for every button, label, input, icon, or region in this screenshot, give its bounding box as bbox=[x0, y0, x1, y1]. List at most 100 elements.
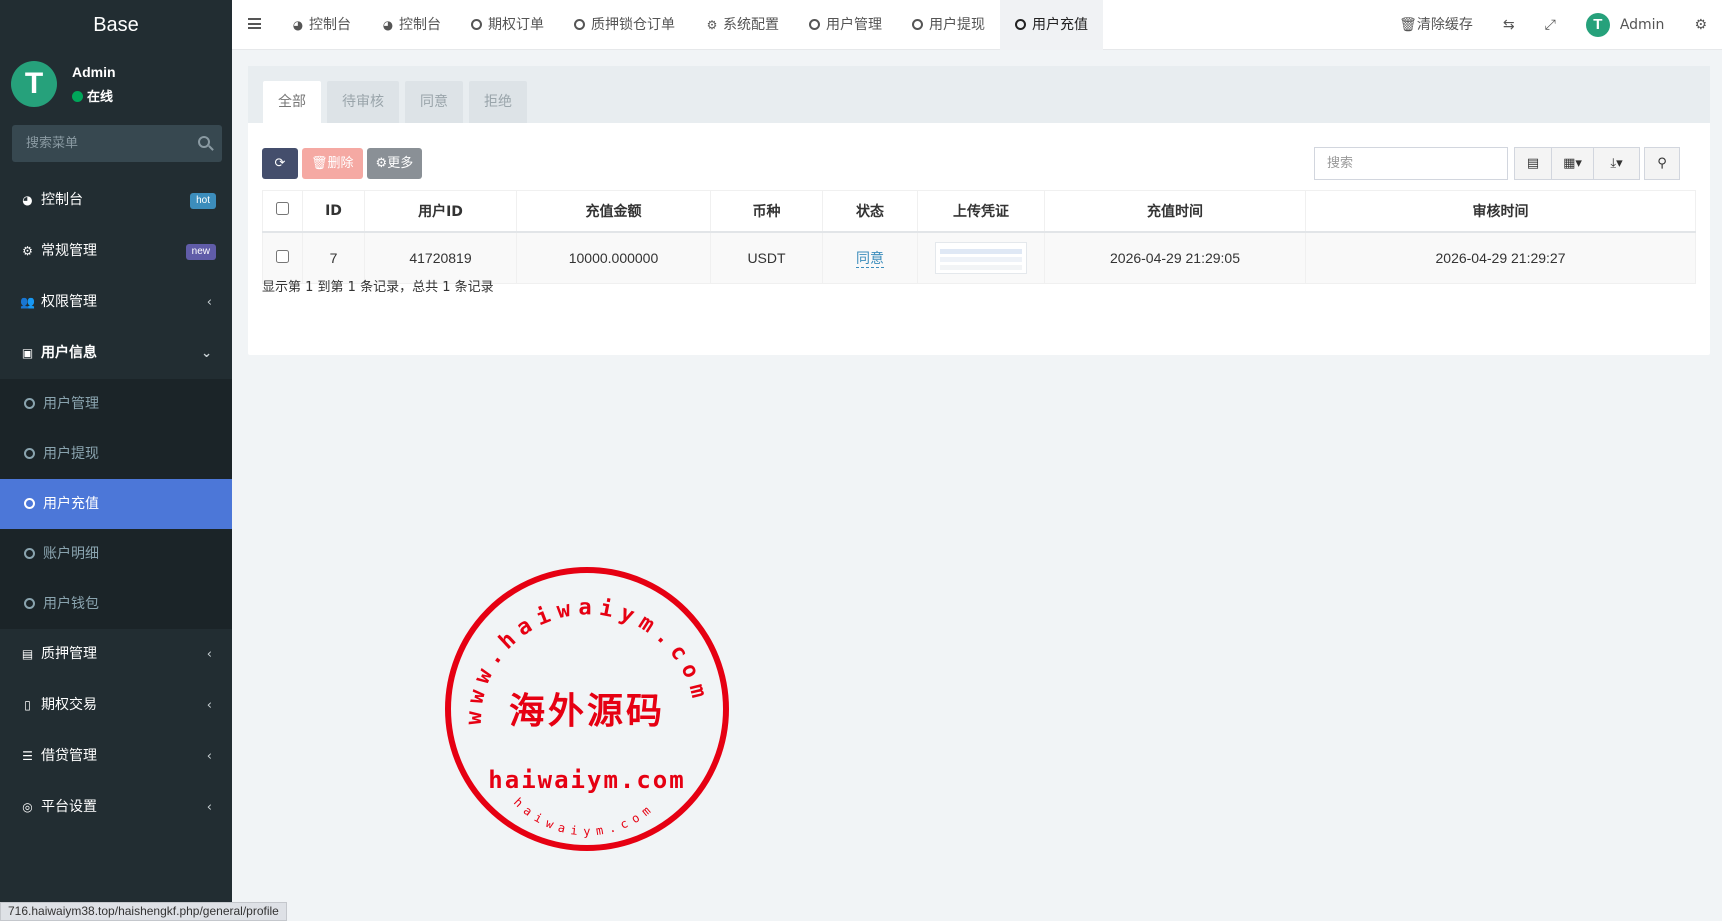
sidebar-item-platform-settings[interactable]: ◎ 平台设置 ‹ bbox=[0, 782, 232, 833]
translate-button[interactable]: ⇆ bbox=[1488, 0, 1530, 50]
circle-icon bbox=[471, 19, 482, 30]
user-name: Admin bbox=[72, 64, 116, 80]
col-id[interactable]: ID bbox=[302, 190, 365, 233]
more-button[interactable]: ⚙更多 bbox=[366, 148, 423, 179]
delete-button[interactable]: 🗑删除 bbox=[302, 148, 363, 179]
col-recharge-time[interactable]: 充值时间 bbox=[1044, 190, 1306, 233]
sidebar-item-loans[interactable]: ☰ 借贷管理 ‹ bbox=[0, 731, 232, 782]
tab-approved[interactable]: 同意 bbox=[405, 81, 463, 123]
stamp-center-text: 海外源码 bbox=[509, 690, 665, 732]
cell-amount: 10000.000000 bbox=[516, 231, 711, 284]
voucher-thumbnail[interactable] bbox=[935, 241, 1027, 274]
tab-user-withdraw[interactable]: 用户提现 bbox=[897, 0, 1000, 50]
sidebar-search bbox=[12, 125, 222, 162]
sidebar-item-options[interactable]: ▯ 期权交易 ‹ bbox=[0, 680, 232, 731]
pagination-info: 显示第 1 到第 1 条记录，总共 1 条记录 bbox=[262, 280, 494, 295]
user-panel: T Admin 在线 bbox=[0, 50, 232, 116]
col-amount[interactable]: 充值金额 bbox=[516, 190, 711, 233]
col-status[interactable]: 状态 bbox=[822, 190, 918, 233]
stamp-bottom-text: haiwaiym.com bbox=[511, 795, 658, 839]
cell-review-time: 2026-04-29 21:29:27 bbox=[1305, 231, 1696, 284]
recharge-panel: 全部 待审核 同意 拒绝 ⟳ 🗑删除 ⚙更多 ▤ ▦▾ ⤓▾ ⚲ ID 用户ID… bbox=[248, 66, 1710, 355]
dashboard-icon: ◕ bbox=[22, 193, 33, 207]
col-review-time[interactable]: 审核时间 bbox=[1305, 190, 1696, 233]
sidebar-item-user-management[interactable]: 用户管理 bbox=[0, 379, 232, 429]
col-user-id[interactable]: 用户ID bbox=[364, 190, 517, 233]
select-all-checkbox[interactable] bbox=[276, 202, 289, 216]
tab-pledge-orders[interactable]: 质押锁仓订单 bbox=[559, 0, 690, 50]
dot-circle-icon: ◎ bbox=[22, 800, 33, 814]
search-icon: ⚲ bbox=[1657, 156, 1667, 171]
col-voucher[interactable]: 上传凭证 bbox=[917, 190, 1045, 233]
sidebar-item-user-info[interactable]: ▣ 用户信息 ⌄ bbox=[0, 328, 232, 379]
col-currency[interactable]: 币种 bbox=[710, 190, 823, 233]
sidebar-item-dashboard[interactable]: ◕ 控制台 hot bbox=[0, 175, 232, 226]
watermark-stamp: www.haiwaiym.com 海外源码 haiwaiym.com haiwa… bbox=[445, 567, 729, 851]
user-info-submenu: 用户管理 用户提现 用户充值 账户明细 用户钱包 bbox=[0, 379, 232, 629]
sidebar-item-user-wallet[interactable]: 用户钱包 bbox=[0, 579, 232, 629]
clear-cache-button[interactable]: 🗑清除缓存 bbox=[1384, 0, 1488, 50]
row-checkbox[interactable] bbox=[276, 249, 289, 263]
trash-icon: 🗑 bbox=[1399, 17, 1417, 33]
chevron-down-icon: ⌄ bbox=[201, 346, 212, 361]
table-search-input[interactable] bbox=[1314, 147, 1508, 180]
admin-user-menu[interactable]: T Admin bbox=[1571, 0, 1680, 50]
file-icon: ▯ bbox=[24, 698, 31, 712]
tab-pending[interactable]: 待审核 bbox=[327, 81, 399, 123]
sidebar-item-permissions[interactable]: 👥 权限管理 ‹ bbox=[0, 277, 232, 328]
control-sidebar-button[interactable]: ⚙ bbox=[1679, 0, 1722, 50]
expand-icon: ⤢ bbox=[1544, 17, 1556, 33]
table-header-row: ID 用户ID 充值金额 币种 状态 上传凭证 充值时间 审核时间 bbox=[262, 190, 1696, 233]
dashboard-icon: ◕ bbox=[382, 18, 394, 32]
tab-user-management[interactable]: 用户管理 bbox=[794, 0, 897, 50]
export-button[interactable]: ⤓▾ bbox=[1594, 147, 1640, 180]
tab-rejected[interactable]: 拒绝 bbox=[469, 81, 527, 123]
sidebar-item-account-details[interactable]: 账户明细 bbox=[0, 529, 232, 579]
newspaper-icon: ▤ bbox=[21, 647, 34, 661]
tab-option-orders[interactable]: 期权订单 bbox=[456, 0, 559, 50]
refresh-button[interactable]: ⟳ bbox=[262, 148, 298, 179]
search-button[interactable]: ⚲ bbox=[1644, 147, 1680, 180]
toggle-view-button[interactable]: ▤ bbox=[1514, 147, 1552, 180]
user-circle-icon bbox=[24, 398, 35, 409]
menu-toggle-icon[interactable] bbox=[248, 18, 261, 29]
language-icon: ⇆ bbox=[1502, 17, 1515, 33]
circle-icon bbox=[24, 548, 35, 559]
sidebar-item-user-withdraw[interactable]: 用户提现 bbox=[0, 429, 232, 479]
navbar-right: 🗑清除缓存 ⇆ ⤢ T Admin ⚙ bbox=[1384, 0, 1722, 50]
status-link[interactable]: 同意 bbox=[856, 250, 884, 268]
columns-button[interactable]: ▦▾ bbox=[1552, 147, 1594, 180]
dashboard-icon: ◕ bbox=[292, 18, 304, 32]
status-bar-url: 716.haiwaiym38.top/haishengkf.php/genera… bbox=[0, 902, 287, 921]
cog-icon: ⚙ bbox=[375, 156, 388, 171]
address-book-icon: ▣ bbox=[21, 346, 34, 360]
hot-badge: hot bbox=[190, 193, 216, 209]
fullscreen-button[interactable]: ⤢ bbox=[1530, 0, 1571, 50]
status-filter-tabs: 全部 待审核 同意 拒绝 bbox=[263, 81, 533, 123]
chevron-left-icon: ‹ bbox=[206, 698, 212, 713]
table-icon: ▤ bbox=[1526, 156, 1540, 171]
download-icon: ⤓▾ bbox=[1610, 156, 1623, 171]
brand-logo[interactable]: Base bbox=[0, 0, 232, 50]
new-badge: new bbox=[185, 244, 216, 260]
sidebar-item-general[interactable]: ⚙ 常规管理 new bbox=[0, 226, 232, 277]
tab-system-config[interactable]: ⚙ 系统配置 bbox=[690, 0, 794, 50]
cogs-icon: ⚙ bbox=[1694, 17, 1707, 33]
top-navbar: ◕ 控制台 ◕ 控制台 期权订单 质押锁仓订单 ⚙ 系统配置 用户管理 用户提现 用户… bbox=[232, 0, 1722, 50]
sidebar: Base T Admin 在线 ◕控制台 hot ⚙常规管理 new 👥权限管理… bbox=[0, 0, 232, 921]
circle-icon bbox=[1015, 19, 1026, 30]
circle-icon bbox=[24, 448, 35, 459]
sidebar-search-input[interactable] bbox=[12, 125, 182, 162]
tab-user-recharge[interactable]: 用户充值 bbox=[1000, 0, 1103, 50]
sidebar-item-pledge[interactable]: ▤ 质押管理 ‹ bbox=[0, 629, 232, 680]
tab-dashboard-2[interactable]: ◕ 控制台 bbox=[366, 0, 456, 50]
tab-all[interactable]: 全部 bbox=[263, 81, 321, 123]
page-tabs: ◕ 控制台 ◕ 控制台 期权订单 质押锁仓订单 ⚙ 系统配置 用户管理 用户提现 用户… bbox=[276, 0, 1103, 50]
circle-icon bbox=[24, 498, 35, 509]
search-icon[interactable] bbox=[198, 136, 210, 148]
sidebar-item-user-recharge[interactable]: 用户充值 bbox=[0, 479, 232, 529]
table-tools: ▤ ▦▾ ⤓▾ ⚲ bbox=[1514, 147, 1680, 180]
circle-icon bbox=[574, 19, 585, 30]
circle-icon bbox=[912, 19, 923, 30]
tab-dashboard[interactable]: ◕ 控制台 bbox=[276, 0, 366, 50]
